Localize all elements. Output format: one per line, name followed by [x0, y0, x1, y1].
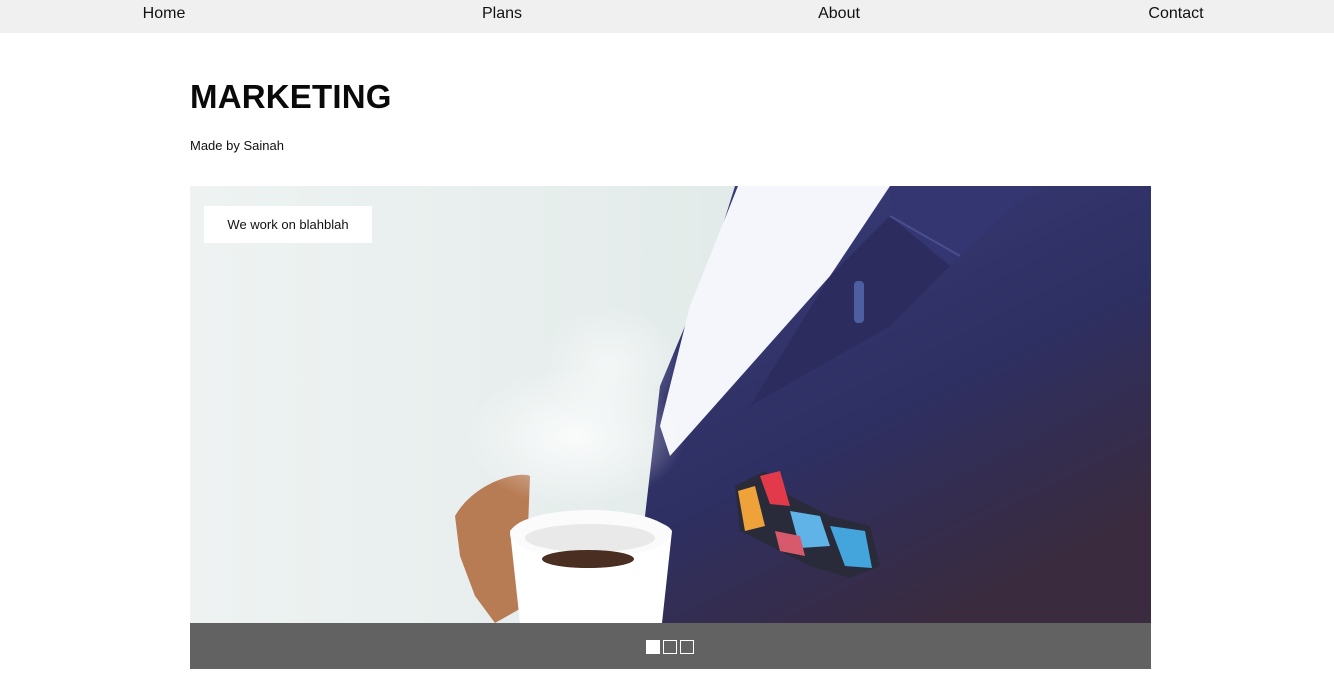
nav-home-link[interactable]: Home [143, 0, 186, 28]
nav-plans-link[interactable]: Plans [482, 0, 522, 28]
top-navigation: Home Plans About Contact [0, 0, 1334, 33]
nav-contact-link[interactable]: Contact [1148, 0, 1203, 28]
author-byline: Made by Sainah [190, 138, 284, 153]
slide-caption: We work on blahblah [204, 206, 372, 243]
slide-indicator-2[interactable] [663, 640, 677, 654]
nav-about-link[interactable]: About [818, 0, 860, 28]
slide-indicator-3[interactable] [680, 640, 694, 654]
page-title: MARKETING [190, 78, 392, 115]
image-slider: We work on blahblah [190, 186, 1151, 669]
slider-controls [190, 623, 1151, 669]
slide-indicator-1[interactable] [646, 640, 660, 654]
slide-image [190, 186, 1151, 623]
slider-indicators [646, 640, 694, 654]
